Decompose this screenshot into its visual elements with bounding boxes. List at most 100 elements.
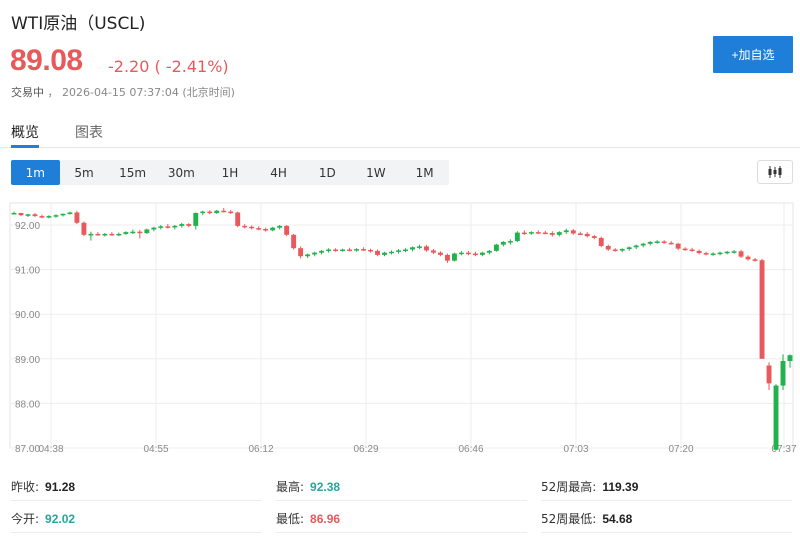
candle	[584, 232, 590, 238]
candle-body	[270, 227, 276, 231]
candle-body	[361, 249, 366, 251]
price-chart[interactable]: 92.00 91.00 90.00 89.00 88.00 87.0004:38 04:55…	[0, 195, 800, 463]
candle	[263, 227, 269, 232]
candle-body	[403, 249, 408, 252]
candle-body	[375, 250, 380, 255]
candle-body	[759, 260, 765, 359]
candle	[605, 244, 611, 251]
candle	[458, 250, 464, 256]
candle	[403, 248, 408, 253]
candle-body	[228, 211, 234, 214]
x-tick-label: 07:03	[563, 444, 588, 455]
candle	[235, 211, 241, 228]
period-5m[interactable]: 5m	[60, 160, 109, 185]
period-1h[interactable]: 1H	[206, 160, 255, 185]
candle-body	[654, 241, 660, 244]
candle-body	[780, 361, 786, 386]
candle	[738, 249, 744, 259]
candle-body	[137, 231, 143, 234]
candle	[305, 253, 311, 259]
candle	[74, 210, 80, 225]
stat-value: 119.39	[602, 480, 639, 494]
status-separator: ，	[47, 86, 59, 99]
candle-body	[109, 233, 115, 236]
candle	[39, 214, 45, 219]
candle-body	[521, 232, 527, 235]
candle	[424, 245, 429, 252]
candle-body	[214, 210, 220, 213]
candle	[577, 231, 583, 236]
candle	[731, 249, 737, 254]
divider	[11, 500, 262, 501]
candle-body	[507, 241, 513, 243]
candle	[179, 222, 185, 228]
candle-body	[39, 216, 45, 218]
candle	[528, 231, 534, 235]
candle-body	[528, 232, 534, 234]
y-tick-label: 87.00	[15, 444, 40, 455]
candle-body	[354, 249, 360, 251]
candle	[228, 209, 234, 214]
candle	[326, 248, 332, 253]
period-15m[interactable]: 15m	[108, 160, 157, 185]
candle	[486, 249, 492, 255]
candle	[158, 225, 164, 230]
candle-body	[424, 246, 429, 251]
candle-body	[53, 215, 59, 217]
x-tick-label: 06:29	[353, 444, 378, 455]
candle-body	[81, 222, 87, 235]
tab-chart[interactable]: 图表	[75, 122, 103, 142]
stat-value: 92.02	[45, 512, 76, 526]
candle	[95, 232, 101, 236]
candle	[340, 248, 346, 252]
candle	[766, 362, 772, 391]
period-1m[interactable]: 1m	[11, 160, 60, 185]
candle	[319, 249, 325, 255]
candle	[438, 251, 443, 257]
add-watchlist-button[interactable]: +加自选	[713, 36, 793, 73]
period-1w[interactable]: 1W	[352, 160, 401, 185]
candle-body	[123, 232, 129, 234]
candle	[563, 228, 569, 234]
candle	[130, 229, 136, 234]
candle-body	[570, 230, 576, 234]
period-30m[interactable]: 30m	[157, 160, 206, 185]
candle	[375, 249, 380, 257]
candle-body	[193, 212, 199, 226]
candle-body	[479, 252, 485, 255]
candle	[472, 251, 478, 257]
stat-open: 今开: 92.02	[11, 510, 75, 527]
period-4h[interactable]: 4H	[254, 160, 303, 185]
candle-body	[444, 254, 450, 261]
candle-body	[745, 256, 751, 260]
candle	[717, 251, 723, 256]
candle-body	[277, 225, 283, 228]
chart-type-button[interactable]	[757, 160, 793, 184]
candle-body	[172, 225, 178, 228]
y-tick-label: 92.00	[15, 221, 40, 232]
candle	[361, 247, 366, 251]
candle-body	[598, 237, 604, 246]
candle	[270, 226, 276, 232]
tab-overview[interactable]: 概览	[11, 122, 39, 142]
candle	[465, 250, 471, 256]
candle-body	[542, 232, 548, 235]
stat-value: 54.68	[602, 512, 633, 526]
candle	[500, 241, 506, 247]
candle-body	[633, 245, 639, 248]
candle-body	[738, 251, 744, 257]
candle-body	[563, 230, 569, 233]
candle-body	[130, 231, 136, 234]
candle	[417, 244, 422, 250]
stat-52w-low: 52周最低: 54.68	[541, 510, 632, 527]
candle-body	[514, 232, 520, 242]
period-1d[interactable]: 1D	[303, 160, 352, 185]
candle	[773, 384, 779, 450]
stat-low: 最低: 86.96	[276, 510, 340, 527]
stat-label: 52周最高:	[541, 480, 597, 494]
candle-body	[389, 251, 394, 254]
candle-body	[368, 249, 373, 252]
candle	[787, 354, 793, 368]
period-1mo[interactable]: 1M	[400, 160, 449, 185]
candle	[256, 226, 262, 231]
